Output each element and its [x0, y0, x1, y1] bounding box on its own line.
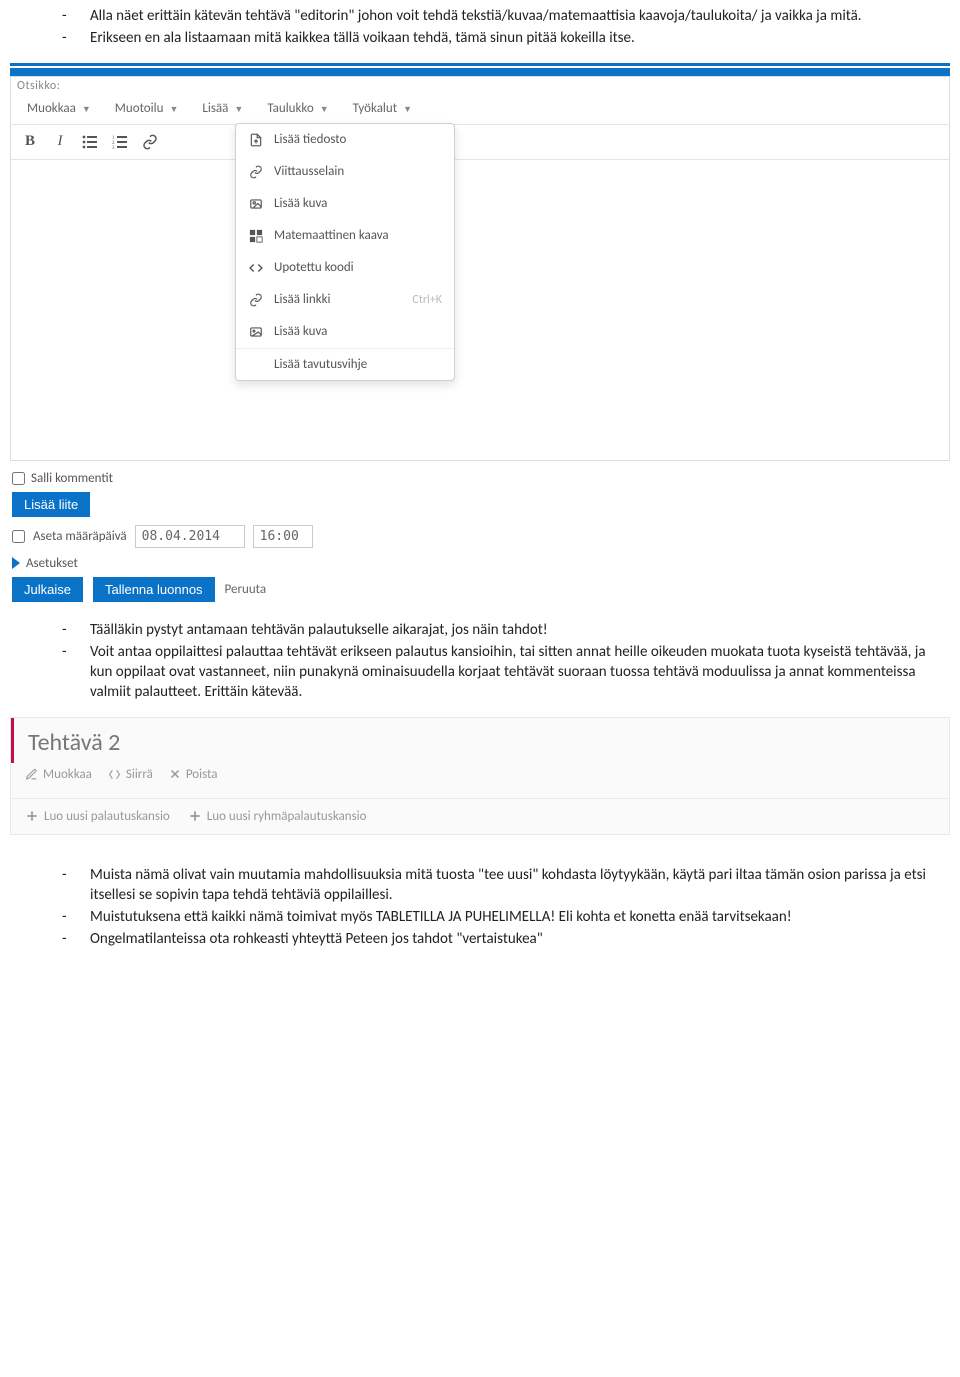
- editor-menubar: Muokkaa▼ Muotoilu▼ Lisää▼ Taulukko▼ Työk…: [11, 93, 949, 125]
- cancel-link[interactable]: Peruuta: [225, 582, 267, 597]
- deadline-date-input[interactable]: [135, 525, 245, 548]
- task-move-button[interactable]: Siirrä: [108, 767, 153, 782]
- set-deadline-checkbox[interactable]: [12, 530, 25, 543]
- menu-insert[interactable]: Lisää▼: [192, 97, 257, 120]
- allow-comments-checkbox[interactable]: [12, 472, 25, 485]
- image-upload-icon: [248, 196, 264, 212]
- outro-item: Muista nämä olivat vain muutamia mahdoll…: [62, 865, 950, 906]
- dd-insert-image-2[interactable]: Lisää kuva: [236, 316, 454, 348]
- dd-label: Lisää kuva: [274, 324, 327, 339]
- chevron-down-icon: ▼: [82, 104, 91, 115]
- dd-label: Matemaattinen kaava: [274, 228, 389, 243]
- move-icon: [108, 768, 121, 781]
- code-icon: [248, 260, 264, 276]
- bold-button[interactable]: B: [15, 127, 45, 157]
- publish-button[interactable]: Julkaise: [12, 577, 83, 602]
- pencil-icon: [25, 768, 38, 781]
- dd-insert-image[interactable]: Lisää kuva: [236, 188, 454, 220]
- plus-icon: [188, 809, 202, 823]
- outro-item: Ongelmatilanteissa ota rohkeasti yhteytt…: [62, 929, 950, 949]
- svg-text:3: 3: [112, 146, 115, 149]
- numbered-list-button[interactable]: 123: [105, 127, 135, 157]
- intro-item: Erikseen en ala listaamaan mitä kaikkea …: [62, 28, 950, 48]
- dd-label: Lisää linkki: [274, 292, 331, 307]
- chevron-down-icon: ▼: [320, 104, 329, 115]
- settings-toggle[interactable]: Asetukset: [12, 556, 948, 571]
- dd-shortcut: Ctrl+K: [412, 293, 442, 307]
- outro-list: Muista nämä olivat vain muutamia mahdoll…: [10, 865, 950, 950]
- editor-screenshot: Otsikko: Muokkaa▼ Muotoilu▼ Lisää▼ Taulu…: [10, 63, 950, 606]
- close-icon: [169, 768, 181, 780]
- triangle-right-icon: [12, 557, 20, 569]
- save-draft-button[interactable]: Tallenna luonnos: [93, 577, 215, 602]
- dd-label: Lisää tiedosto: [274, 132, 346, 147]
- outro-item: Muistutuksena että kaikki nämä toimivat …: [62, 907, 950, 927]
- deadline-time-input[interactable]: [253, 525, 313, 548]
- new-group-return-folder-button[interactable]: Luo uusi ryhmäpalautuskansio: [188, 809, 367, 824]
- allow-comments-label: Salli kommentit: [31, 471, 113, 486]
- mid-note-item: Voit antaa oppilaittesi palauttaa tehtäv…: [62, 642, 950, 703]
- chevron-down-icon: ▼: [403, 104, 412, 115]
- add-attachment-button[interactable]: Lisää liite: [12, 492, 90, 517]
- intro-list: Alla näet erittäin kätevän tehtävä "edit…: [10, 6, 950, 49]
- insert-dropdown: Lisää tiedosto Viittausselain Lisää kuva…: [235, 123, 455, 381]
- link-icon: [248, 292, 264, 308]
- task-delete-button[interactable]: Poista: [169, 767, 218, 782]
- bullet-list-button[interactable]: [75, 127, 105, 157]
- new-return-folder-button[interactable]: Luo uusi palautuskansio: [25, 809, 170, 824]
- mid-notes-list: Täälläkin pystyt antamaan tehtävän palau…: [10, 620, 950, 703]
- dd-insert-link[interactable]: Lisää linkki Ctrl+K: [236, 284, 454, 316]
- dd-label: Upotettu koodi: [274, 260, 354, 275]
- link-icon[interactable]: [135, 127, 165, 157]
- task-panel-title: Tehtävä 2: [28, 728, 935, 757]
- menu-format[interactable]: Muotoilu▼: [105, 97, 193, 120]
- dd-label: Lisää kuva: [274, 196, 327, 211]
- menu-edit[interactable]: Muokkaa▼: [17, 97, 105, 120]
- dd-label: Lisää tavutusvihje: [274, 357, 367, 372]
- plus-icon: [25, 809, 39, 823]
- dd-hyphenation-hint[interactable]: Lisää tavutusvihje: [236, 349, 454, 380]
- field-label-otsikko: Otsikko:: [11, 77, 949, 93]
- math-icon: [248, 228, 264, 244]
- menu-table[interactable]: Taulukko▼: [257, 97, 342, 120]
- dd-reference-browser[interactable]: Viittausselain: [236, 156, 454, 188]
- dd-insert-file[interactable]: Lisää tiedosto: [236, 124, 454, 156]
- link-icon: [248, 164, 264, 180]
- menu-tools[interactable]: Työkalut▼: [343, 97, 426, 120]
- italic-button[interactable]: I: [45, 127, 75, 157]
- dd-embed-code[interactable]: Upotettu koodi: [236, 252, 454, 284]
- mid-note-item: Täälläkin pystyt antamaan tehtävän palau…: [62, 620, 950, 640]
- dd-label: Viittausselain: [274, 164, 344, 179]
- set-deadline-label: Aseta määräpäivä: [33, 529, 127, 544]
- settings-label: Asetukset: [26, 556, 78, 571]
- task-edit-button[interactable]: Muokkaa: [25, 767, 92, 782]
- picture-icon: [248, 324, 264, 340]
- dd-math-formula[interactable]: Matemaattinen kaava: [236, 220, 454, 252]
- intro-item: Alla näet erittäin kätevän tehtävä "edit…: [62, 6, 950, 26]
- chevron-down-icon: ▼: [234, 104, 243, 115]
- chevron-down-icon: ▼: [169, 104, 178, 115]
- file-upload-icon: [248, 132, 264, 148]
- editor-toolbar: B I 123: [11, 125, 949, 160]
- task-panel: Tehtävä 2 Muokkaa Siirrä Poista Luo uusi…: [10, 717, 950, 835]
